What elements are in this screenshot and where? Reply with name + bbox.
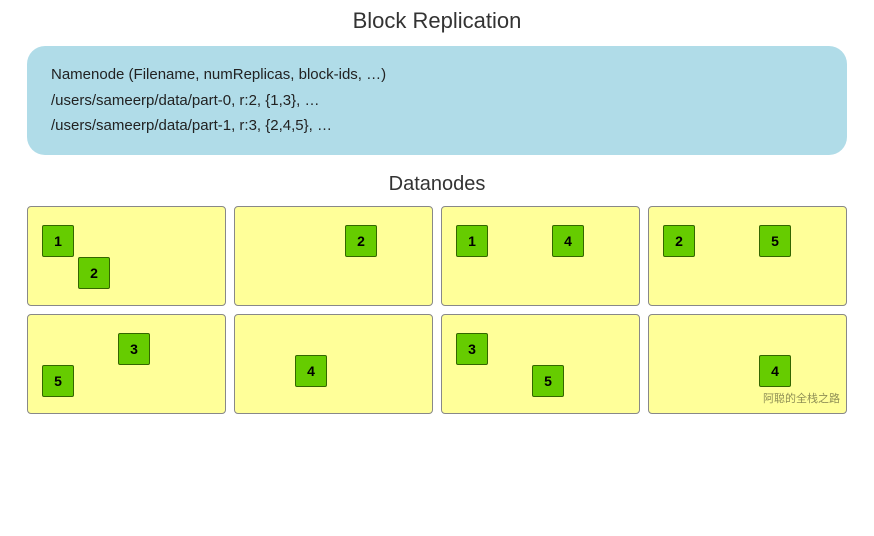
watermark: 阿聪的全栈之路	[763, 392, 840, 406]
block-badge-dn-5-0: 5	[42, 365, 74, 397]
namenode-line2: /users/sameerp/data/part-0, r:2, {1,3}, …	[51, 88, 823, 114]
block-badge-dn-4-1: 5	[759, 225, 791, 257]
datanode-cell-4: 25	[648, 206, 847, 306]
datanode-cell-7: 35	[441, 314, 640, 414]
datanode-cell-3: 14	[441, 206, 640, 306]
page-title: Block Replication	[353, 8, 522, 34]
block-badge-dn-3-1: 4	[552, 225, 584, 257]
datanode-cell-8: 4 阿聪的全栈之路	[648, 314, 847, 414]
block-badge-dn-7-0: 3	[456, 333, 488, 365]
block-badge-dn-6-0: 4	[295, 355, 327, 387]
block-badge-dn-8-0: 4	[759, 355, 791, 387]
block-badge-dn-4-0: 2	[663, 225, 695, 257]
block-badge-dn-2-0: 2	[345, 225, 377, 257]
datanode-grid: 1221425534354阿聪的全栈之路	[27, 206, 847, 414]
namenode-line3: /users/sameerp/data/part-1, r:3, {2,4,5}…	[51, 113, 823, 139]
datanode-cell-1: 12	[27, 206, 226, 306]
datanode-cell-2: 2	[234, 206, 433, 306]
datanode-cell-5: 53	[27, 314, 226, 414]
block-badge-dn-3-0: 1	[456, 225, 488, 257]
datanodes-label: Datanodes	[389, 173, 486, 196]
block-badge-dn-1-1: 2	[78, 257, 110, 289]
block-badge-dn-7-1: 5	[532, 365, 564, 397]
block-badge-dn-1-0: 1	[42, 225, 74, 257]
namenode-box: Namenode (Filename, numReplicas, block-i…	[27, 46, 847, 155]
namenode-line1: Namenode (Filename, numReplicas, block-i…	[51, 62, 823, 88]
datanode-cell-6: 4	[234, 314, 433, 414]
block-badge-dn-5-1: 3	[118, 333, 150, 365]
